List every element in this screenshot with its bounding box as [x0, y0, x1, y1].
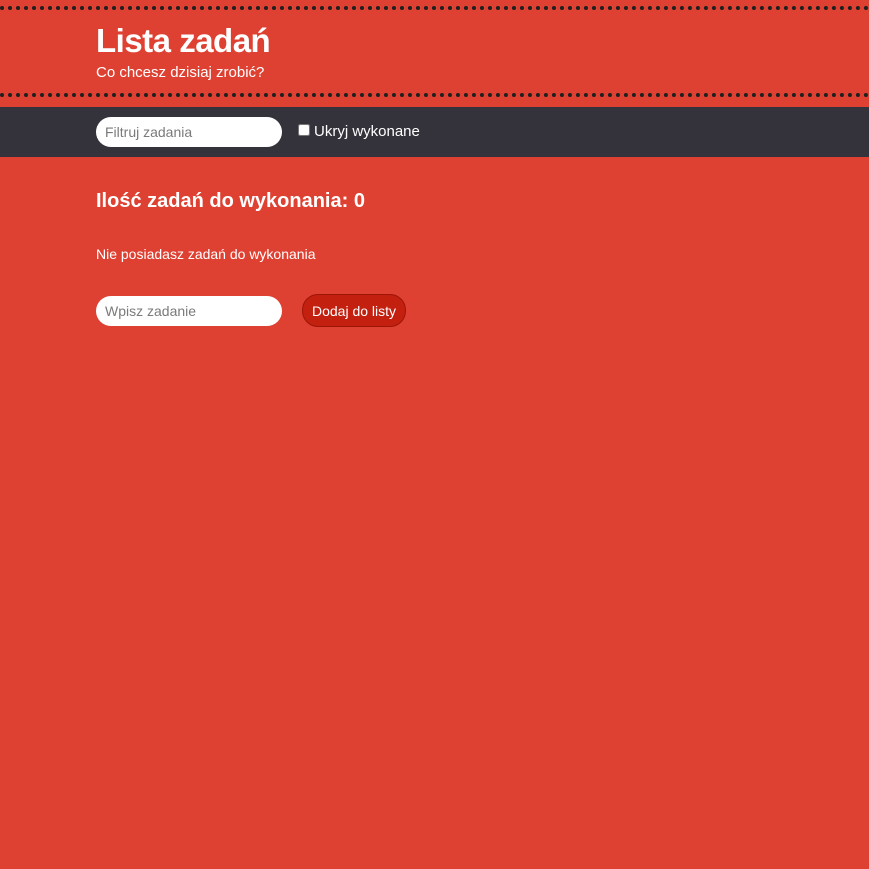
- add-task-button[interactable]: Dodaj do listy: [302, 294, 407, 327]
- filter-input[interactable]: [96, 117, 282, 147]
- header-top-dotted-border: [0, 6, 869, 10]
- hide-done-label: Ukryj wykonane: [314, 123, 420, 140]
- hide-done-toggle[interactable]: Ukryj wykonane: [298, 123, 420, 140]
- page-subtitle: Co chcesz dzisiaj zrobić?: [96, 64, 265, 81]
- filter-toolbar: Ukryj wykonane: [0, 107, 869, 157]
- header-bottom-dotted-border: [0, 93, 869, 97]
- task-count-heading: Ilość zadań do wykonania: 0: [96, 190, 365, 212]
- new-task-input[interactable]: [96, 296, 282, 326]
- hide-done-checkbox[interactable]: [298, 123, 310, 136]
- page-title: Lista zadań: [96, 22, 271, 59]
- empty-list-message: Nie posiadasz zadań do wykonania: [96, 246, 316, 262]
- page-header: Lista zadań Co chcesz dzisiaj zrobić?: [0, 0, 869, 107]
